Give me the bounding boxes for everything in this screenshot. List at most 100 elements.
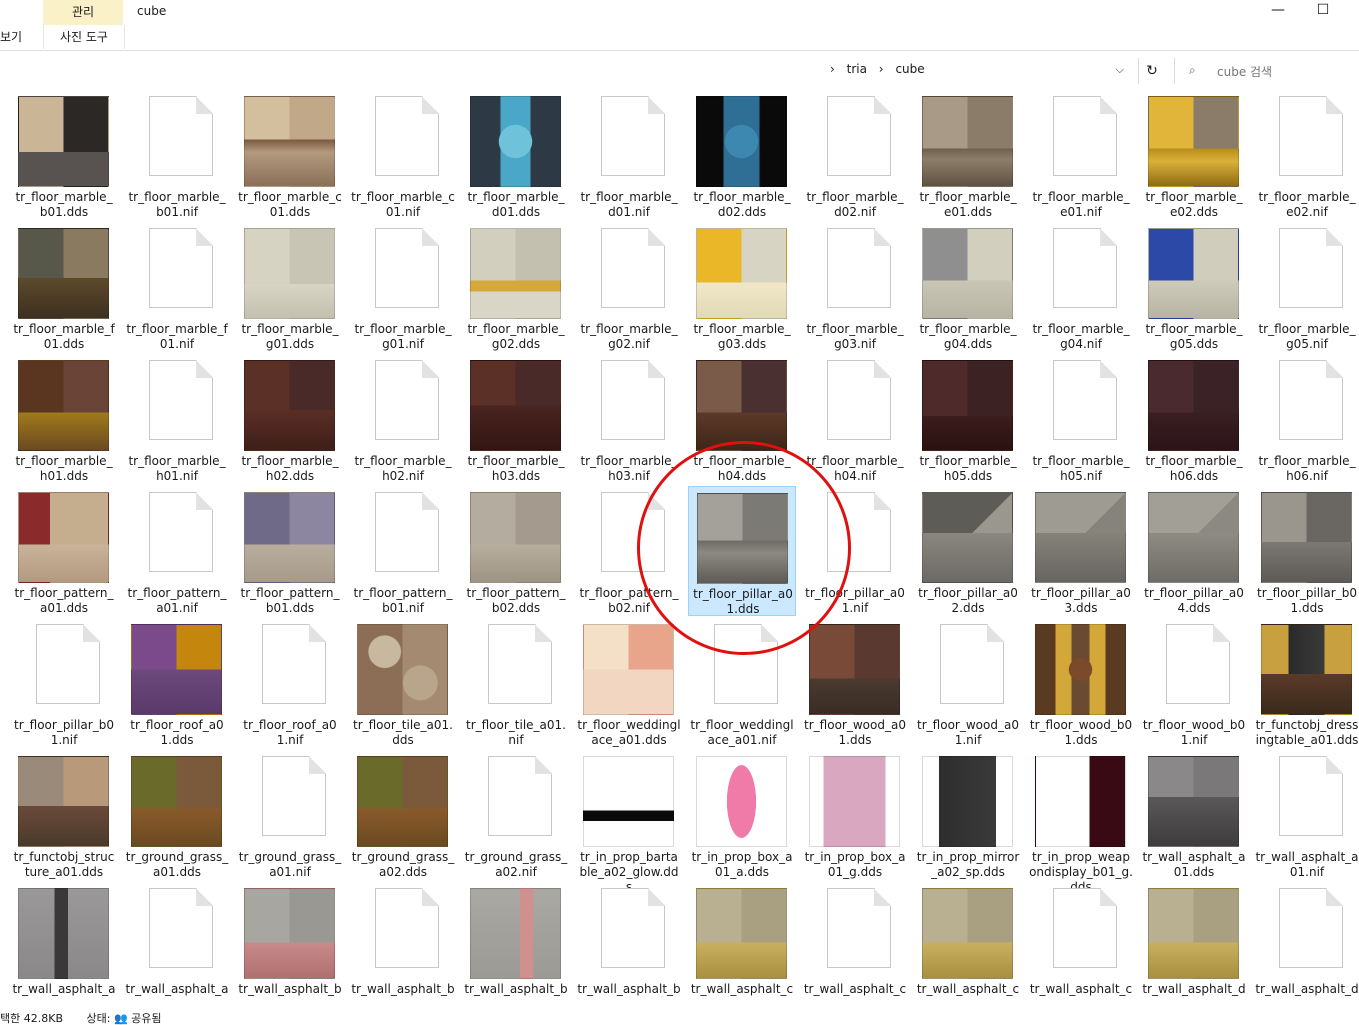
file-item[interactable]: tr_floor_marble_h02.nif bbox=[349, 354, 457, 484]
file-item[interactable]: tr_wall_asphalt_b bbox=[575, 882, 683, 1012]
breadcrumb-tria[interactable]: tria bbox=[847, 62, 867, 76]
file-item[interactable]: tr_floor_marble_h06.dds bbox=[1140, 354, 1248, 484]
file-item[interactable]: tr_floor_marble_d02.nif bbox=[801, 90, 909, 220]
file-item[interactable]: tr_floor_marble_d01.nif bbox=[575, 90, 683, 220]
file-item[interactable]: tr_floor_marble_h05.dds bbox=[914, 354, 1022, 484]
file-item[interactable]: tr_wall_asphalt_d bbox=[1140, 882, 1248, 1012]
file-item[interactable]: tr_floor_pillar_a03.dds bbox=[1027, 486, 1135, 616]
file-item[interactable]: tr_floor_wood_b01.nif bbox=[1140, 618, 1248, 748]
file-item[interactable]: tr_floor_marble_g04.nif bbox=[1027, 222, 1135, 352]
file-name: tr_floor_roof_a01.nif bbox=[243, 718, 337, 747]
file-item[interactable]: tr_wall_asphalt_b bbox=[236, 882, 344, 1012]
file-item[interactable]: tr_in_prop_box_a01_g.dds bbox=[801, 750, 909, 880]
tab-view[interactable]: 보기 bbox=[0, 25, 42, 49]
file-item[interactable]: tr_wall_asphalt_a bbox=[10, 882, 118, 1012]
file-item[interactable]: tr_wall_asphalt_b bbox=[349, 882, 457, 1012]
file-item[interactable]: tr_floor_marble_d02.dds bbox=[688, 90, 796, 220]
file-item[interactable]: tr_wall_asphalt_c bbox=[688, 882, 796, 1012]
search-input[interactable] bbox=[1215, 62, 1359, 82]
file-item[interactable]: tr_floor_marble_h03.nif bbox=[575, 354, 683, 484]
refresh-button[interactable]: ↻ bbox=[1138, 58, 1165, 84]
texture-thumbnail bbox=[696, 888, 787, 979]
file-item[interactable]: tr_floor_pattern_a01.dds bbox=[10, 486, 118, 616]
file-item[interactable]: tr_floor_pillar_a01.nif bbox=[801, 486, 909, 616]
file-item[interactable]: tr_floor_marble_h04.dds bbox=[688, 354, 796, 484]
file-item[interactable]: tr_floor_marble_h01.nif bbox=[123, 354, 231, 484]
breadcrumb-cube[interactable]: cube bbox=[895, 62, 924, 76]
search-box[interactable]: ⌕ bbox=[1174, 58, 1359, 84]
file-item[interactable]: tr_floor_marble_g05.nif bbox=[1253, 222, 1359, 352]
file-item[interactable]: tr_wall_asphalt_c bbox=[914, 882, 1022, 1012]
file-item[interactable]: tr_floor_pattern_a01.nif bbox=[123, 486, 231, 616]
texture-thumbnail bbox=[1035, 624, 1126, 715]
file-item[interactable]: tr_floor_marble_b01.dds bbox=[10, 90, 118, 220]
file-item[interactable]: tr_floor_marble_c01.dds bbox=[236, 90, 344, 220]
file-item[interactable]: tr_ground_grass_a02.dds bbox=[349, 750, 457, 880]
file-item[interactable]: tr_functobj_dressingtable_a01.dds bbox=[1253, 618, 1359, 748]
file-item[interactable]: tr_wall_asphalt_d bbox=[1253, 882, 1359, 1012]
file-item[interactable]: tr_floor_marble_g01.dds bbox=[236, 222, 344, 352]
file-item[interactable]: tr_floor_pillar_b01.nif bbox=[10, 618, 118, 748]
address-bar[interactable]: › tria › cube ⌵ bbox=[0, 58, 1134, 84]
file-item[interactable]: tr_floor_marble_e01.dds bbox=[914, 90, 1022, 220]
file-item[interactable]: tr_ground_grass_a01.dds bbox=[123, 750, 231, 880]
file-item[interactable]: tr_ground_grass_a01.nif bbox=[236, 750, 344, 880]
file-item[interactable]: tr_floor_marble_h04.nif bbox=[801, 354, 909, 484]
file-item[interactable]: tr_functobj_structure_a01.dds bbox=[10, 750, 118, 880]
file-item[interactable]: tr_floor_wood_a01.nif bbox=[914, 618, 1022, 748]
file-item[interactable]: tr_ground_grass_a02.nif bbox=[462, 750, 570, 880]
minimize-button[interactable]: — bbox=[1255, 0, 1301, 22]
file-item[interactable]: tr_floor_marble_c01.nif bbox=[349, 90, 457, 220]
file-item[interactable]: tr_floor_marble_e01.nif bbox=[1027, 90, 1135, 220]
file-item[interactable]: tr_floor_roof_a01.nif bbox=[236, 618, 344, 748]
file-item[interactable]: tr_floor_marble_g01.nif bbox=[349, 222, 457, 352]
file-item[interactable]: tr_floor_marble_g02.nif bbox=[575, 222, 683, 352]
file-item[interactable]: tr_in_prop_box_a01_a.dds bbox=[688, 750, 796, 880]
file-item[interactable]: tr_floor_tile_a01.dds bbox=[349, 618, 457, 748]
file-item[interactable]: tr_in_prop_weapondisplay_b01_g.dds bbox=[1027, 750, 1135, 894]
file-item[interactable]: tr_wall_asphalt_a01.dds bbox=[1140, 750, 1248, 880]
file-item[interactable]: tr_floor_marble_g03.nif bbox=[801, 222, 909, 352]
file-name: tr_floor_marble_g04.dds bbox=[919, 322, 1017, 351]
file-item[interactable]: tr_floor_marble_f01.dds bbox=[10, 222, 118, 352]
file-item[interactable]: tr_floor_roof_a01.dds bbox=[123, 618, 231, 748]
file-item[interactable]: tr_floor_marble_e02.dds bbox=[1140, 90, 1248, 220]
file-item[interactable]: tr_floor_wood_b01.dds bbox=[1027, 618, 1135, 748]
file-item[interactable]: tr_floor_marble_h06.nif bbox=[1253, 354, 1359, 484]
file-item[interactable]: tr_floor_pillar_b01.dds bbox=[1253, 486, 1359, 616]
file-item[interactable]: tr_floor_marble_g05.dds bbox=[1140, 222, 1248, 352]
file-item[interactable]: tr_wall_asphalt_a01.nif bbox=[1253, 750, 1359, 880]
file-item[interactable]: tr_floor_pattern_b02.nif bbox=[575, 486, 683, 616]
file-item[interactable]: tr_floor_marble_d01.dds bbox=[462, 90, 570, 220]
file-item[interactable]: tr_floor_marble_b01.nif bbox=[123, 90, 231, 220]
file-name: tr_floor_marble_h06.nif bbox=[1258, 454, 1356, 483]
file-item[interactable]: tr_floor_marble_e02.nif bbox=[1253, 90, 1359, 220]
file-item[interactable]: tr_floor_marble_h02.dds bbox=[236, 354, 344, 484]
file-item[interactable]: tr_floor_weddinglace_a01.nif bbox=[688, 618, 796, 748]
file-item[interactable]: tr_floor_pattern_b01.nif bbox=[349, 486, 457, 616]
file-item[interactable]: tr_floor_marble_h05.nif bbox=[1027, 354, 1135, 484]
maximize-button[interactable]: ☐ bbox=[1300, 0, 1346, 22]
file-item[interactable]: tr_floor_marble_g02.dds bbox=[462, 222, 570, 352]
file-item[interactable]: tr_floor_tile_a01.nif bbox=[462, 618, 570, 748]
file-item[interactable]: tr_floor_wood_a01.dds bbox=[801, 618, 909, 748]
file-item[interactable]: tr_in_prop_mirror_a02_sp.dds bbox=[914, 750, 1022, 880]
file-item[interactable]: tr_floor_weddinglace_a01.dds bbox=[575, 618, 683, 748]
file-item[interactable]: tr_wall_asphalt_c bbox=[1027, 882, 1135, 1012]
file-item[interactable]: tr_floor_pattern_b02.dds bbox=[462, 486, 570, 616]
file-item[interactable]: tr_floor_pillar_a02.dds bbox=[914, 486, 1022, 616]
tab-picture-tools[interactable]: 사진 도구 bbox=[43, 25, 125, 49]
file-item[interactable]: tr_floor_marble_h01.dds bbox=[10, 354, 118, 484]
file-item[interactable]: tr_wall_asphalt_b bbox=[462, 882, 570, 1012]
file-item[interactable]: tr_wall_asphalt_a bbox=[123, 882, 231, 1012]
file-item[interactable]: tr_floor_marble_g04.dds bbox=[914, 222, 1022, 352]
file-item[interactable]: tr_wall_asphalt_c bbox=[801, 882, 909, 1012]
file-item[interactable]: tr_floor_marble_f01.nif bbox=[123, 222, 231, 352]
file-item[interactable]: tr_floor_pattern_b01.dds bbox=[236, 486, 344, 616]
file-item[interactable]: tr_floor_pillar_a04.dds bbox=[1140, 486, 1248, 616]
file-item[interactable]: tr_floor_marble_h03.dds bbox=[462, 354, 570, 484]
file-item[interactable]: tr_in_prop_bartable_a02_glow.dds bbox=[575, 750, 683, 894]
file-item[interactable]: tr_floor_pillar_a01.dds bbox=[688, 486, 796, 616]
chevron-down-icon[interactable]: ⌵ bbox=[1116, 63, 1124, 77]
file-item[interactable]: tr_floor_marble_g03.dds bbox=[688, 222, 796, 352]
